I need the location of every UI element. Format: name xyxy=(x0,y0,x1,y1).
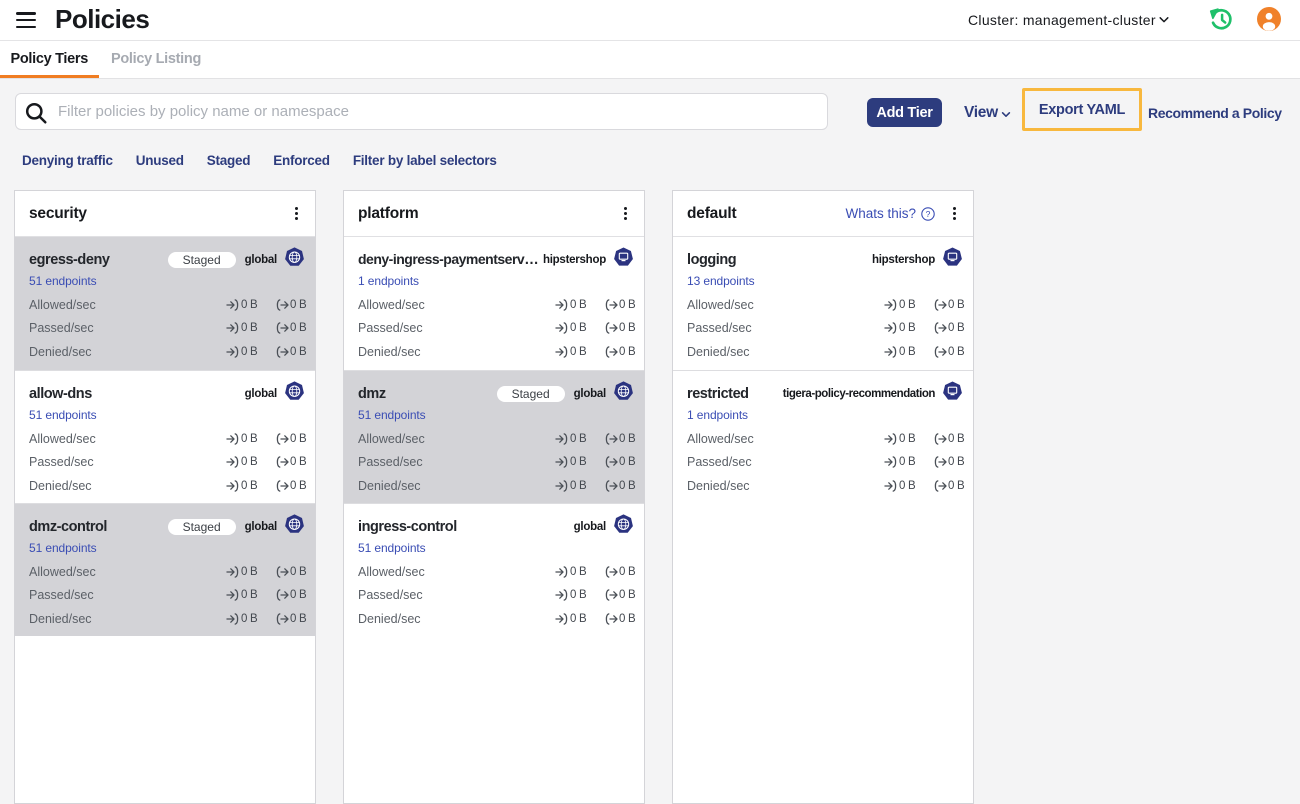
svg-text:?: ? xyxy=(926,209,931,219)
